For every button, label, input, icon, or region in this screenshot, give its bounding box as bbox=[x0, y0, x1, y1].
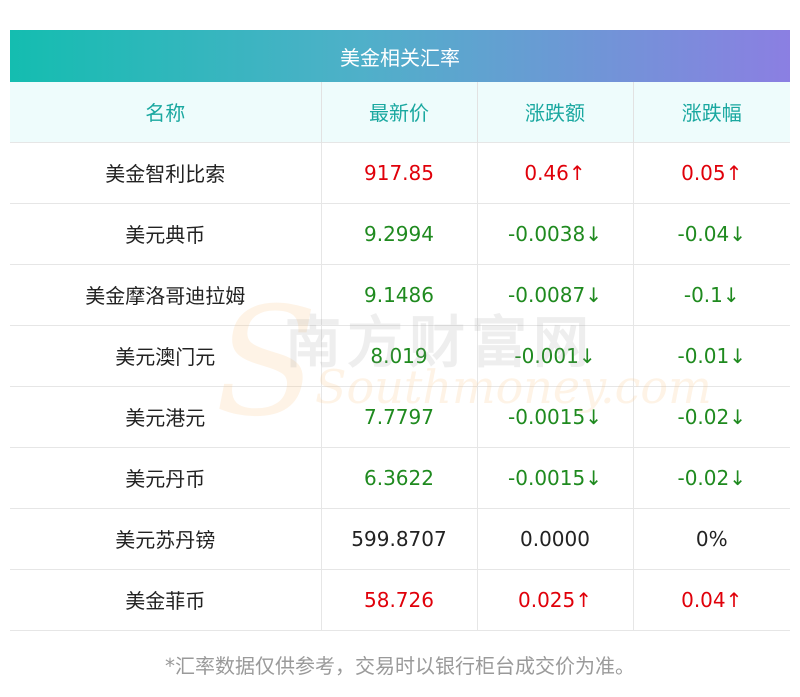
change-amount-cell: -0.0038↓ bbox=[477, 202, 634, 264]
currency-name-cell: 美元典币 bbox=[10, 202, 322, 264]
change-amount-cell: -0.0015↓ bbox=[477, 446, 634, 508]
latest-price-cell: 6.3622 bbox=[321, 446, 478, 508]
change-amount-cell: 0.46↑ bbox=[477, 141, 634, 203]
table-row[interactable]: 美元苏丹镑 599.8707 0.0000 0% bbox=[10, 507, 790, 569]
header-change-pct: 涨跌幅 bbox=[633, 82, 790, 142]
change-percent-cell: 0.04↑ bbox=[633, 568, 790, 631]
currency-name-cell: 美元港元 bbox=[10, 385, 322, 447]
header-name: 名称 bbox=[10, 82, 322, 142]
disclaimer-note: *汇率数据仅供参考，交易时以银行柜台成交价为准。 bbox=[165, 654, 635, 678]
change-amount-cell: -0.0015↓ bbox=[477, 385, 634, 447]
table-row[interactable]: 美金摩洛哥迪拉姆 9.1486 -0.0087↓ -0.1↓ bbox=[10, 263, 790, 325]
change-percent-cell: -0.04↓ bbox=[633, 202, 790, 264]
change-percent-cell: -0.02↓ bbox=[633, 385, 790, 447]
latest-price-cell: 599.8707 bbox=[321, 507, 478, 569]
change-amount-cell: 0.025↑ bbox=[477, 568, 634, 631]
header-latest: 最新价 bbox=[321, 82, 478, 142]
latest-price-cell: 8.019 bbox=[321, 324, 478, 386]
table-header-row: 名称 最新价 涨跌额 涨跌幅 bbox=[10, 82, 790, 142]
latest-price-cell: 7.7797 bbox=[321, 385, 478, 447]
table-title: 美金相关汇率 bbox=[10, 30, 790, 82]
table-row[interactable]: 美金智利比索 917.85 0.46↑ 0.05↑ bbox=[10, 141, 790, 203]
header-change: 涨跌额 bbox=[477, 82, 634, 142]
latest-price-cell: 58.726 bbox=[321, 568, 478, 631]
table-row[interactable]: 美元港元 7.7797 -0.0015↓ -0.02↓ bbox=[10, 385, 790, 447]
table-row[interactable]: 美元典币 9.2994 -0.0038↓ -0.04↓ bbox=[10, 202, 790, 264]
change-percent-cell: -0.01↓ bbox=[633, 324, 790, 386]
change-percent-cell: 0% bbox=[633, 507, 790, 569]
change-amount-cell: -0.0087↓ bbox=[477, 263, 634, 325]
exchange-rate-card: 美金相关汇率 名称 最新价 涨跌额 涨跌幅 美金智利比索 917.85 0.46↑ 0… bbox=[10, 30, 790, 631]
change-amount-cell: -0.001↓ bbox=[477, 324, 634, 386]
change-amount-cell: 0.0000 bbox=[477, 507, 634, 569]
exchange-rate-table: 名称 最新价 涨跌额 涨跌幅 美金智利比索 917.85 0.46↑ 0.05↑ 美元典… bbox=[10, 82, 790, 631]
change-percent-cell: -0.1↓ bbox=[633, 263, 790, 325]
table-row[interactable]: 美金菲币 58.726 0.025↑ 0.04↑ bbox=[10, 568, 790, 631]
currency-name-cell: 美元苏丹镑 bbox=[10, 507, 322, 569]
latest-price-cell: 9.2994 bbox=[321, 202, 478, 264]
currency-name-cell: 美元澳门元 bbox=[10, 324, 322, 386]
currency-name-cell: 美金菲币 bbox=[10, 568, 322, 631]
currency-name-cell: 美元丹币 bbox=[10, 446, 322, 508]
change-percent-cell: 0.05↑ bbox=[633, 141, 790, 203]
table-row[interactable]: 美元澳门元 8.019 -0.001↓ -0.01↓ bbox=[10, 324, 790, 386]
currency-name-cell: 美金智利比索 bbox=[10, 141, 322, 203]
latest-price-cell: 9.1486 bbox=[321, 263, 478, 325]
change-percent-cell: -0.02↓ bbox=[633, 446, 790, 508]
latest-price-cell: 917.85 bbox=[321, 141, 478, 203]
currency-name-cell: 美金摩洛哥迪拉姆 bbox=[10, 263, 322, 325]
table-row[interactable]: 美元丹币 6.3622 -0.0015↓ -0.02↓ bbox=[10, 446, 790, 508]
